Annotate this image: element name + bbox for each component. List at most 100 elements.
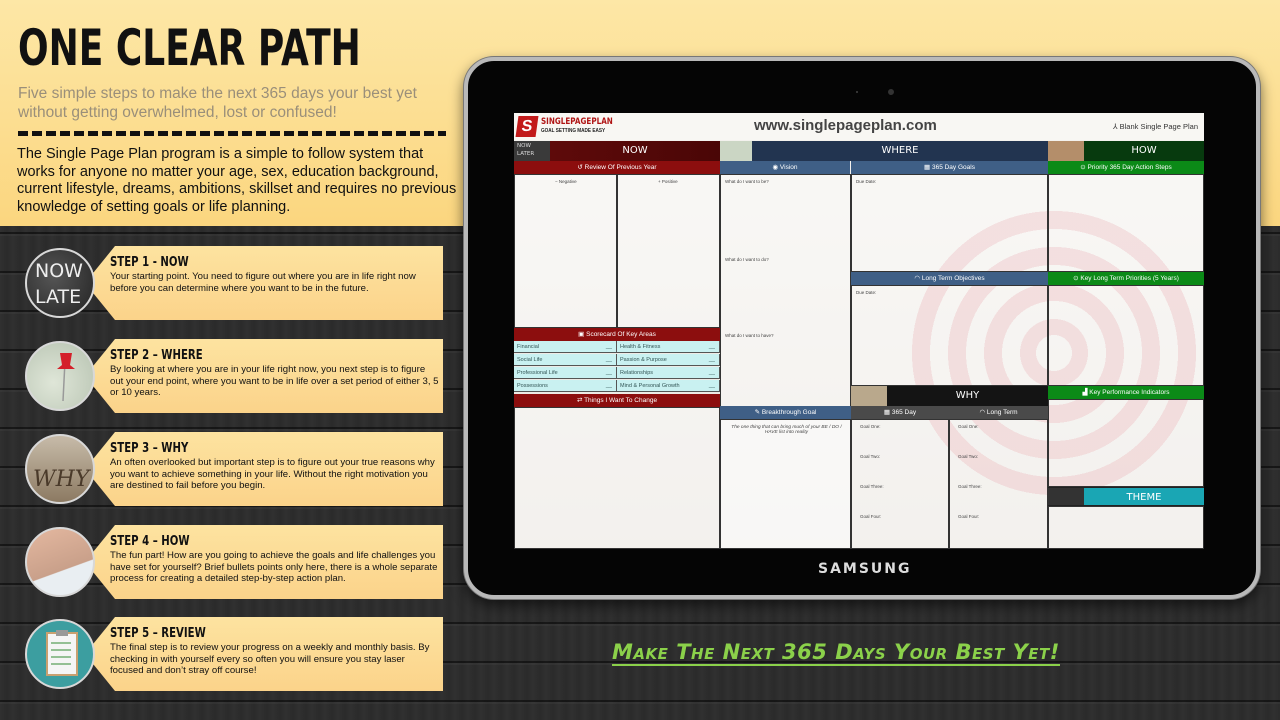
- negative-label: − Negative: [555, 179, 577, 184]
- scorecard-label: Professional Life: [517, 370, 558, 376]
- why-sand-icon: WHY: [25, 434, 95, 504]
- why-goal-four: Goal Four:: [860, 514, 882, 519]
- clipboard-checklist-icon: [25, 619, 95, 689]
- step-3: WHY STEP 3 – WHY An often overlooked but…: [25, 432, 445, 506]
- step-title: STEP 5 – REVIEW: [110, 626, 206, 641]
- step-text: The final step is to review your progres…: [110, 642, 430, 677]
- map-pin-icon: [25, 341, 95, 411]
- theme-band: THEME: [1048, 487, 1204, 506]
- scorecard-item[interactable]: Relationships __: [617, 367, 720, 379]
- scorecard-label: Possessions: [517, 383, 548, 389]
- vision-prompt-be: What do I want to be?: [725, 179, 769, 184]
- long-term-objectives-cell[interactable]: Due Date:: [851, 285, 1048, 386]
- scorecard-header: ▣ Scorecard Of Key Areas: [514, 328, 720, 341]
- scorecard-item[interactable]: Social Life __: [514, 354, 617, 366]
- why-365-cell[interactable]: Goal One: Goal Two: Goal Three: Goal Fou…: [851, 419, 949, 549]
- review-positive-cell[interactable]: + Positive: [617, 174, 720, 328]
- why-goal-four: Goal Four:: [958, 514, 980, 519]
- why-365-header: ▦ 365 Day: [851, 406, 949, 419]
- now-band: NOW LATER NOW: [514, 141, 720, 161]
- goals-365-cell[interactable]: Due Date:: [851, 174, 1048, 272]
- scorecard-label: Health & Fitness: [620, 344, 661, 350]
- how-band-label: HOW: [1131, 145, 1157, 156]
- where-band: WHERE: [720, 141, 1048, 161]
- site-url[interactable]: www.singlepageplan.com: [754, 117, 937, 134]
- positive-label: + Positive: [658, 179, 678, 184]
- blank-plan-link[interactable]: ⅄ Blank Single Page Plan: [1113, 122, 1198, 131]
- step-text: Your starting point. You need to figure …: [110, 271, 416, 294]
- breakthrough-header: ✎ Breakthrough Goal: [720, 406, 851, 419]
- logo-tagline: GOAL SETTING MADE EASY: [541, 128, 606, 134]
- why-long-header: ◠ Long Term: [949, 406, 1048, 419]
- step-1: NOW LATE STEP 1 - NOW Your starting point…: [25, 246, 445, 320]
- why-goal-two: Goal Two:: [860, 454, 881, 459]
- scorecard-label: Relationships: [620, 370, 654, 376]
- step-2: STEP 2 – WHERE By looking at where you a…: [25, 339, 445, 413]
- single-page-plan-screen: S SINGLEPAGEPLAN GOAL SETTING MADE EASY …: [514, 113, 1204, 549]
- why-goal-two: Goal Two:: [958, 454, 979, 459]
- tablet-sensor: [856, 91, 858, 93]
- review-negative-cell[interactable]: − Negative: [514, 174, 617, 328]
- scorecard-score[interactable]: __: [606, 380, 612, 392]
- where-band-label: WHERE: [881, 145, 919, 156]
- scorecard-item[interactable]: Financial __: [514, 341, 617, 353]
- page-subtitle: Five simple steps to make the next 365 d…: [18, 85, 417, 121]
- breakthrough-prompt: The one thing that can bring much of you…: [731, 425, 842, 435]
- things-change-header: ⇄ Things I Want To Change: [514, 394, 720, 407]
- review-header: ↺ Review Of Previous Year: [514, 161, 720, 174]
- logo-icon: S: [515, 116, 539, 137]
- scorecard-score[interactable]: __: [709, 367, 715, 379]
- tagline: Make The Next 365 Days Your Best Yet!: [612, 640, 1060, 666]
- step-text: By looking at where you are in your life…: [110, 364, 439, 399]
- long-term-objectives-header: ◠ Long Term Objectives: [851, 272, 1048, 285]
- step-5: STEP 5 – REVIEW The final step is to rev…: [25, 617, 445, 691]
- scorecard-score[interactable]: __: [606, 354, 612, 366]
- priority-365-cell[interactable]: [1048, 174, 1204, 272]
- step-title: STEP 1 - NOW: [110, 255, 189, 270]
- how-band: HOW: [1048, 141, 1204, 161]
- why-long-cell[interactable]: Goal One: Goal Two: Goal Three: Goal Fou…: [949, 419, 1048, 549]
- scorecard-label: Social Life: [517, 357, 543, 363]
- due-date-label: Due Date:: [856, 290, 877, 295]
- vision-prompt-do: What do I want to do?: [725, 257, 769, 262]
- vision-header: ◉ Vision: [720, 161, 850, 174]
- camera-icon: [888, 89, 894, 95]
- scorecard-score[interactable]: __: [709, 380, 715, 392]
- tablet-brand: SAMSUNG: [818, 561, 912, 577]
- step-title: STEP 2 – WHERE: [110, 348, 203, 363]
- step-text: An often overlooked but important step i…: [110, 457, 435, 492]
- scorecard-item[interactable]: Mind & Personal Growth __: [617, 380, 720, 392]
- scorecard-score[interactable]: __: [709, 341, 715, 353]
- key-long-term-cell[interactable]: [1048, 285, 1204, 386]
- scorecard-item[interactable]: Health & Fitness __: [617, 341, 720, 353]
- theme-cell[interactable]: [1048, 506, 1204, 549]
- scorecard-score[interactable]: __: [606, 341, 612, 353]
- scorecard-item[interactable]: Passion & Purpose __: [617, 354, 720, 366]
- theme-band-label: THEME: [1126, 492, 1162, 503]
- vision-prompt-have: What do I want to have?: [725, 333, 774, 338]
- scorecard-label: Financial: [517, 344, 540, 350]
- logo-title: SINGLEPAGEPLAN: [541, 117, 613, 127]
- kpi-cell[interactable]: [1048, 399, 1204, 487]
- why-band: WHY: [851, 386, 1048, 406]
- step-4: STEP 4 – HOW The fun part! How are you g…: [25, 525, 445, 599]
- scorecard-label: Passion & Purpose: [620, 357, 667, 363]
- why-band-label: WHY: [955, 390, 980, 401]
- why-goal-three: Goal Three:: [860, 484, 884, 489]
- kpi-header: ▟ Key Performance Indicators: [1048, 386, 1204, 399]
- why-goal-three: Goal Three:: [958, 484, 982, 489]
- why-goal-one: Goal One:: [860, 424, 881, 429]
- scorecard-item[interactable]: Professional Life __: [514, 367, 617, 379]
- scorecard-item[interactable]: Possessions __: [514, 380, 617, 392]
- step-title: STEP 4 – HOW: [110, 534, 190, 549]
- step-text: The fun part! How are you going to achie…: [110, 550, 438, 585]
- scorecard-score[interactable]: __: [709, 354, 715, 366]
- breakthrough-cell[interactable]: The one thing that can bring much of you…: [720, 419, 851, 549]
- page-title: ONE CLEAR PATH: [18, 19, 361, 77]
- scorecard-label: Mind & Personal Growth: [620, 383, 680, 389]
- things-change-cell[interactable]: [514, 407, 720, 549]
- priority-365-header: ⊙ Priority 365 Day Action Steps: [1048, 161, 1204, 174]
- step-title: STEP 3 – WHY: [110, 441, 189, 456]
- scorecard-score[interactable]: __: [606, 367, 612, 379]
- dashed-divider: [18, 131, 446, 136]
